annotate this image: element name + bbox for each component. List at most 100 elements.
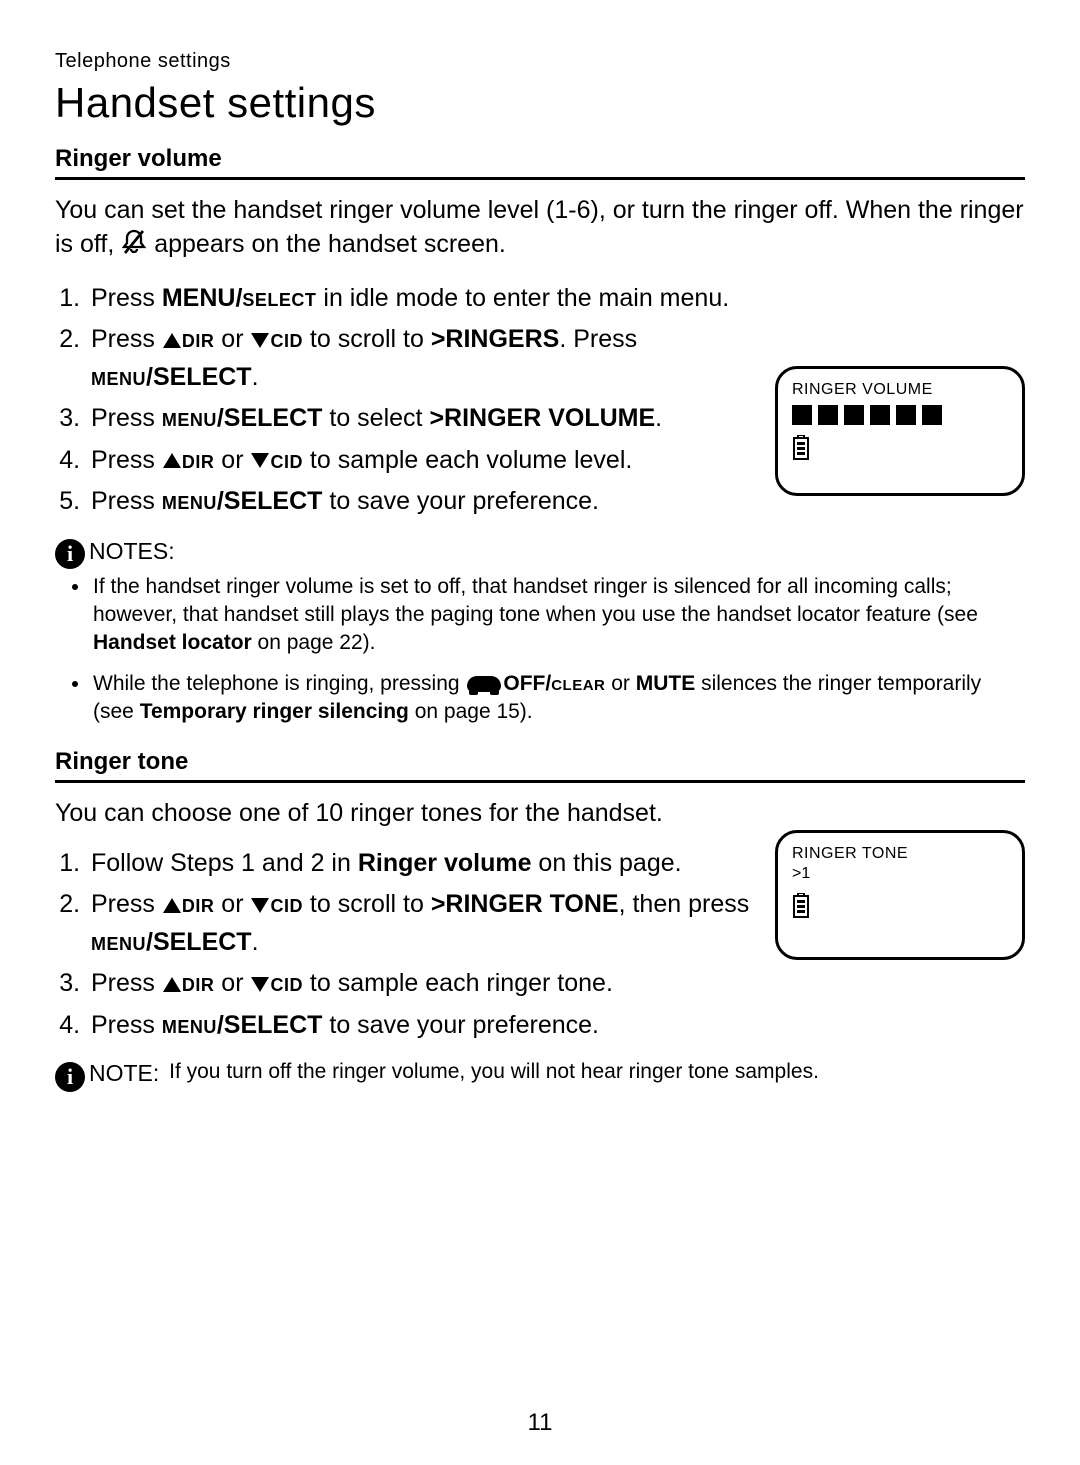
down-arrow-icon [251,333,269,348]
cid-key: cid [270,446,303,474]
cid-key: cid [270,969,303,997]
text: to scroll to [303,890,431,918]
hangup-icon [467,676,501,692]
text: . [252,363,259,391]
text: Press [91,404,162,432]
battery-icon [792,435,1008,461]
heading-ringer-tone: Ringer tone [55,748,1025,776]
text: to select [322,404,429,432]
text: on page 15). [409,700,533,723]
text: . [252,928,259,956]
ringer-tone-note: iNOTE: If you turn off the ringer volume… [55,1060,1025,1090]
ringer-tone-target: >RINGER TONE [431,890,619,918]
text: Follow Steps 1 and 2 in [91,849,358,877]
note-item: While the telephone is ringing, pressing… [91,670,1025,727]
text: appears on the handset screen. [154,230,506,258]
screen-ringer-tone: RINGER TONE >1 [775,830,1025,960]
text: or [214,890,250,918]
note-label: NOTE: [89,1060,159,1087]
text: to scroll to [303,325,431,353]
down-arrow-icon [251,453,269,468]
bell-off-icon [121,228,147,266]
rule [55,177,1025,180]
text: to sample each volume level. [303,446,632,474]
step: Press menu/SELECT to save your preferenc… [87,1007,787,1045]
ringers-target: >RINGERS [431,325,560,353]
text: to sample each ringer tone. [303,969,613,997]
note-text: If you turn off the ringer volume, you w… [169,1060,819,1084]
text: Press [91,487,162,515]
screen-title: RINGER VOLUME [792,381,1008,399]
info-icon: i [55,539,85,569]
step: Follow Steps 1 and 2 in Ringer volume on… [87,845,787,883]
screen-subvalue: >1 [792,865,1008,883]
text: . Press [559,325,637,353]
text: If the handset ringer volume is set to o… [93,575,978,626]
up-arrow-icon [163,453,181,468]
cid-key: cid [270,890,303,918]
dir-key: dir [182,969,215,997]
screen-title: RINGER TONE [792,845,1008,863]
screen-ringer-volume: RINGER VOLUME [775,366,1025,496]
ringer-tone-intro: You can choose one of 10 ringer tones fo… [55,797,1025,831]
menu-key: MENU/select [162,284,317,312]
text: . [655,404,662,432]
step: Press MENU/select in idle mode to enter … [87,280,787,318]
ringer-tone-steps: Follow Steps 1 and 2 in Ringer volume on… [55,845,787,1045]
page-title: Handset settings [55,79,1025,127]
menu-select-key: menu/SELECT [162,1011,323,1039]
menu-select-key: menu/SELECT [162,487,323,515]
text: or [214,325,250,353]
info-icon: i [55,1062,85,1092]
ringer-volume-steps: Press MENU/select in idle mode to enter … [55,280,787,521]
up-arrow-icon [163,333,181,348]
menu-select-key: menu/SELECT [91,928,252,956]
text: Press [91,969,162,997]
text: on page 22). [252,631,376,654]
up-arrow-icon [163,977,181,992]
step: Press menu/SELECT to save your preferenc… [87,483,787,521]
page-number: 11 [0,1409,1080,1437]
heading-ringer-volume: Ringer volume [55,145,1025,173]
text: Press [91,1011,162,1039]
volume-bars [792,405,1008,425]
battery-icon [792,893,1008,919]
handset-locator-link: Handset locator [93,631,252,654]
step: Press dir or cid to sample each ringer t… [87,965,787,1003]
off-clear-key: OFF/clear [503,672,605,695]
text: on this page. [531,849,681,877]
note-item: If the handset ringer volume is set to o… [91,573,1025,658]
dir-key: dir [182,446,215,474]
dir-key: dir [182,325,215,353]
rule [55,780,1025,783]
notes-heading: iNOTES: [55,537,1025,567]
step: Press dir or cid to scroll to >RINGERS. … [87,321,787,396]
dir-key: dir [182,890,215,918]
text: in idle mode to enter the main menu. [316,284,729,312]
up-arrow-icon [163,898,181,913]
menu-select-key: menu/SELECT [162,404,323,432]
text: , then press [619,890,750,918]
ringer-volume-notes: If the handset ringer volume is set to o… [55,573,1025,727]
text: Press [91,325,162,353]
down-arrow-icon [251,977,269,992]
text: to save your preference. [322,1011,599,1039]
mute-key: MUTE [636,672,696,695]
menu-select-key: menu/SELECT [91,363,252,391]
section-eyebrow: Telephone settings [55,50,1025,73]
cid-key: cid [270,325,303,353]
text: or [605,672,635,695]
text: Press [91,890,162,918]
step: Press menu/SELECT to select >RINGER VOLU… [87,400,787,438]
text: to save your preference. [322,487,599,515]
text: or [214,969,250,997]
text: While the telephone is ringing, pressing [93,672,465,695]
temp-ringer-link: Temporary ringer silencing [140,700,409,723]
step: Press dir or cid to sample each volume l… [87,442,787,480]
step: Press dir or cid to scroll to >RINGER TO… [87,886,787,961]
ringer-volume-target: >RINGER VOLUME [429,404,655,432]
text: Press [91,284,162,312]
ringer-volume-link: Ringer volume [358,849,532,877]
text: or [214,446,250,474]
text: Press [91,446,162,474]
